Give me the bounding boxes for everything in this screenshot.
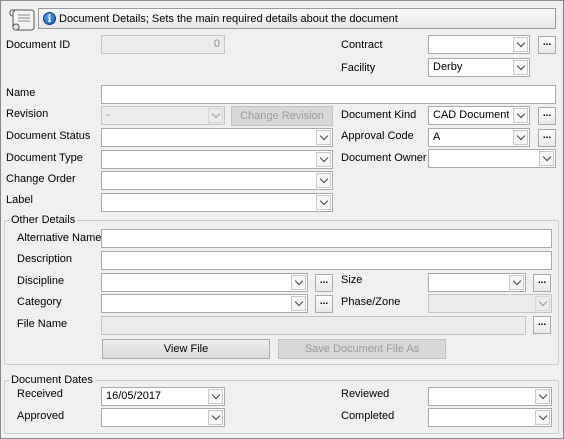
document-type-label: Document Type <box>6 152 83 164</box>
category-browse-button[interactable]: ... <box>315 295 333 313</box>
file-name-browse-button[interactable]: ... <box>533 316 551 334</box>
label-select[interactable] <box>101 193 333 212</box>
chevron-down-icon <box>208 108 223 123</box>
chevron-down-icon[interactable] <box>513 60 528 75</box>
document-kind-label: Document Kind <box>341 109 417 121</box>
info-icon: i <box>43 12 56 25</box>
received-date-picker[interactable]: 16/05/2017 <box>101 387 225 406</box>
document-scroll-icon <box>6 5 36 33</box>
phase-zone-select <box>428 294 552 313</box>
chevron-down-icon <box>535 296 550 311</box>
chevron-down-icon[interactable] <box>316 130 331 145</box>
header-text: Document Details; Sets the main required… <box>59 12 398 25</box>
name-label: Name <box>6 87 36 99</box>
file-name-label: File Name <box>17 318 68 330</box>
change-revision-button: Change Revision <box>231 106 333 126</box>
alternative-name-field[interactable] <box>101 229 552 248</box>
category-label: Category <box>17 296 62 308</box>
header-bar: i Document Details; Sets the main requir… <box>38 8 556 29</box>
phase-zone-label: Phase/Zone <box>341 296 401 308</box>
document-status-select[interactable] <box>101 128 333 147</box>
chevron-down-icon[interactable] <box>316 152 331 167</box>
document-kind-value: CAD Document <box>433 109 509 121</box>
document-kind-select[interactable]: CAD Document <box>428 106 530 125</box>
facility-value: Derby <box>433 61 463 73</box>
discipline-select[interactable] <box>101 273 308 292</box>
document-owner-select[interactable] <box>428 149 556 168</box>
alternative-name-label: Alternative Name <box>17 232 102 244</box>
size-label: Size <box>341 274 363 286</box>
chevron-down-icon[interactable] <box>535 389 550 404</box>
contract-label: Contract <box>341 39 383 51</box>
document-dates-title: Document Dates <box>9 374 95 386</box>
received-label: Received <box>17 388 63 400</box>
chevron-down-icon[interactable] <box>539 151 554 166</box>
revision-select: - <box>101 106 225 125</box>
revision-value: - <box>106 109 110 121</box>
other-details-title: Other Details <box>9 214 78 226</box>
approval-code-browse-button[interactable]: ... <box>538 129 556 147</box>
document-owner-label: Document Owner <box>341 152 427 164</box>
save-document-file-as-button: Save Document File As <box>278 339 446 359</box>
completed-label: Completed <box>341 410 395 422</box>
chevron-down-icon[interactable] <box>316 173 331 188</box>
size-browse-button[interactable]: ... <box>533 274 551 292</box>
chevron-down-icon[interactable] <box>513 108 528 123</box>
discipline-label: Discipline <box>17 275 65 287</box>
description-label: Description <box>17 253 73 265</box>
size-select[interactable] <box>428 273 526 292</box>
chevron-down-icon[interactable] <box>208 410 223 425</box>
approved-date-picker[interactable] <box>101 408 225 427</box>
chevron-down-icon[interactable] <box>509 275 524 290</box>
file-name-field <box>101 316 526 335</box>
document-status-label: Document Status <box>6 130 91 142</box>
reviewed-label: Reviewed <box>341 388 390 400</box>
facility-label: Facility <box>341 62 376 74</box>
label-label: Label <box>6 194 33 206</box>
chevron-down-icon[interactable] <box>208 389 223 404</box>
document-id-label: Document ID <box>6 39 71 51</box>
approval-code-select[interactable]: A <box>428 128 530 147</box>
approval-code-value: A <box>433 131 441 143</box>
received-value: 16/05/2017 <box>106 390 162 402</box>
chevron-down-icon[interactable] <box>513 37 528 52</box>
description-field[interactable] <box>101 251 552 270</box>
chevron-down-icon[interactable] <box>535 410 550 425</box>
contract-browse-button[interactable]: ... <box>538 36 556 54</box>
view-file-button[interactable]: View File <box>102 339 270 359</box>
revision-label: Revision <box>6 108 49 120</box>
document-type-select[interactable] <box>101 150 333 169</box>
contract-select[interactable] <box>428 35 530 54</box>
change-order-select[interactable] <box>101 171 333 190</box>
chevron-down-icon[interactable] <box>291 296 306 311</box>
chevron-down-icon[interactable] <box>316 195 331 210</box>
reviewed-date-picker[interactable] <box>428 387 552 406</box>
chevron-down-icon[interactable] <box>513 130 528 145</box>
facility-select[interactable]: Derby <box>428 58 530 77</box>
approval-code-label: Approval Code <box>341 130 414 142</box>
change-order-label: Change Order <box>6 173 76 185</box>
document-id-field: 0 <box>101 35 225 54</box>
name-field[interactable] <box>101 85 556 104</box>
chevron-down-icon[interactable] <box>291 275 306 290</box>
category-select[interactable] <box>101 294 308 313</box>
document-kind-browse-button[interactable]: ... <box>538 107 556 125</box>
discipline-browse-button[interactable]: ... <box>315 274 333 292</box>
approved-label: Approved <box>17 410 65 422</box>
completed-date-picker[interactable] <box>428 408 552 427</box>
